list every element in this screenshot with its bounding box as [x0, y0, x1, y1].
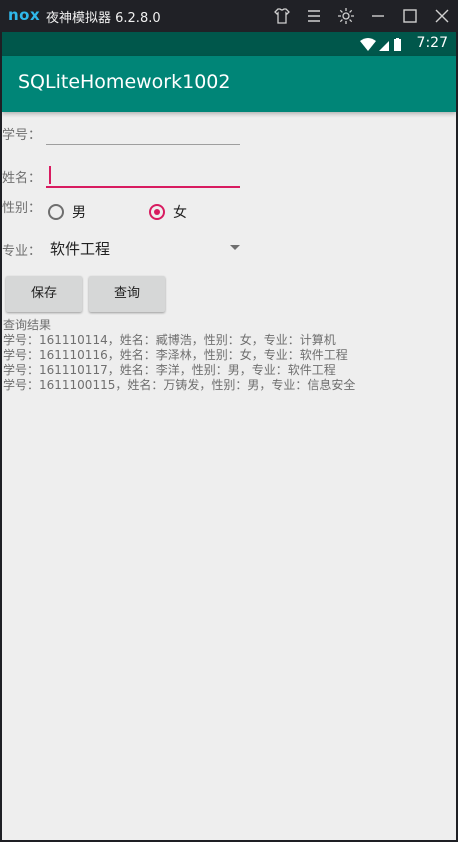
- nox-logo: nox: [8, 6, 41, 24]
- radio-unchecked-icon: [48, 204, 64, 220]
- radio-checked-icon: [149, 204, 165, 220]
- save-button[interactable]: 保存: [6, 276, 82, 312]
- status-icons: [360, 37, 404, 51]
- minimize-icon[interactable]: [368, 6, 388, 26]
- gender-male-radio[interactable]: 男: [48, 201, 86, 223]
- text-caret: [49, 166, 51, 184]
- major-spinner[interactable]: 软件工程: [50, 237, 240, 259]
- app-title: SQLiteHomework1002: [18, 71, 231, 93]
- status-bar: 7:27: [2, 32, 456, 56]
- status-time: 7:27: [416, 35, 448, 51]
- student-id-field[interactable]: [46, 119, 242, 145]
- maximize-icon[interactable]: [400, 6, 420, 26]
- name-field[interactable]: [46, 162, 242, 188]
- app-bar: SQLiteHomework1002: [2, 56, 456, 112]
- result-row: 学号：161110114，姓名：臧博浩，性别：女，专业：计算机: [3, 333, 336, 347]
- gender-male-label: 男: [72, 205, 86, 221]
- name-input[interactable]: [46, 162, 242, 186]
- gear-icon[interactable]: [336, 6, 356, 26]
- result-row: 学号：161110116，姓名：李泽林，性别：女，专业：软件工程: [3, 348, 348, 362]
- menu-icon[interactable]: [304, 6, 324, 26]
- student-id-underline: [46, 144, 240, 145]
- major-label: 专业：: [2, 244, 42, 259]
- battery-icon: [394, 39, 401, 51]
- results-header: 查询结果: [3, 318, 52, 332]
- result-row: 学号：161110117，姓名：李洋，性别：男，专业：软件工程: [3, 363, 336, 377]
- dropdown-arrow-icon: [230, 245, 240, 250]
- gender-label: 性别：: [2, 201, 42, 216]
- form-content: 学号： 姓名： 性别： 男 女 专业： 软件工程 保存 查询 查询结果 学号：1…: [2, 112, 456, 840]
- student-id-label: 学号：: [2, 128, 42, 143]
- major-selected-value: 软件工程: [50, 240, 111, 258]
- close-icon[interactable]: [432, 6, 452, 26]
- signal-icon: [379, 41, 389, 51]
- emulator-title: 夜神模拟器 6.2.8.0: [46, 11, 161, 26]
- emulator-title-bar: nox 夜神模拟器 6.2.8.0: [0, 0, 458, 32]
- device-screen: 7:27 SQLiteHomework1002 学号： 姓名： 性别： 男 女 …: [2, 32, 456, 840]
- name-label: 姓名：: [2, 171, 42, 186]
- gender-female-label: 女: [173, 205, 187, 221]
- name-underline: [46, 186, 240, 188]
- result-row: 学号：1611100115，姓名：万铸发，性别：男，专业：信息安全: [3, 378, 356, 392]
- query-button[interactable]: 查询: [89, 276, 165, 312]
- wifi-icon: [360, 38, 376, 51]
- query-results: 查询结果 学号：161110114，姓名：臧博浩，性别：女，专业：计算机 学号：…: [3, 318, 453, 393]
- student-id-input[interactable]: [46, 119, 242, 143]
- gender-female-radio[interactable]: 女: [149, 201, 187, 223]
- tshirt-icon[interactable]: [272, 6, 292, 26]
